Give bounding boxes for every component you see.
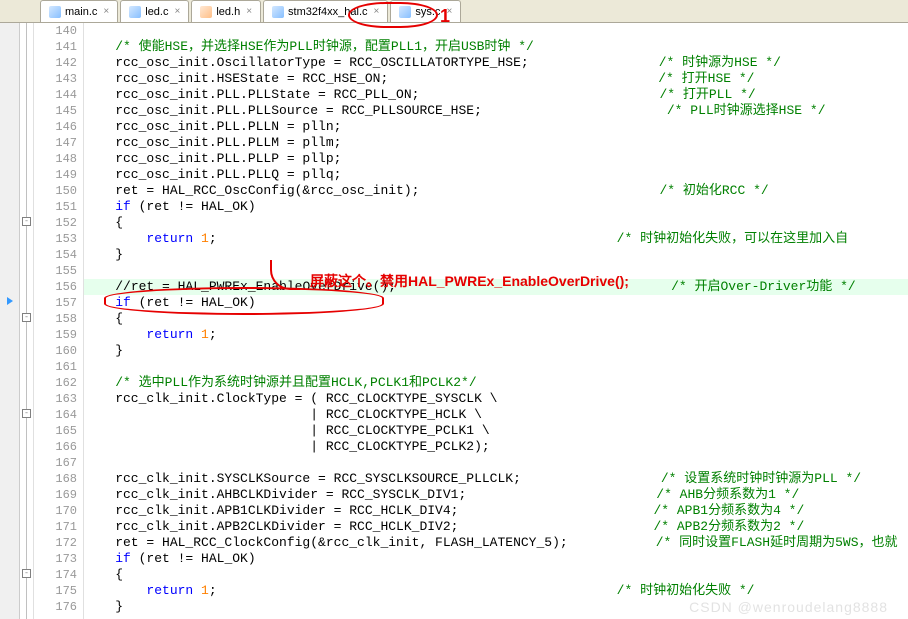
editor-tabs: main.c× led.c× led.h× stm32f4xx_hal.c× s…	[0, 0, 908, 23]
tab-sys-c[interactable]: sys.c×	[390, 0, 461, 22]
fold-minus-icon[interactable]: -	[22, 217, 31, 226]
close-icon[interactable]: ×	[446, 6, 452, 17]
tab-main-c[interactable]: main.c×	[40, 0, 118, 22]
highlighted-line: //ret = HAL_PWREx_EnableOverDrive();/* 开…	[84, 279, 908, 295]
editor-body: - - - - 14014114214314414514614714814915…	[0, 23, 908, 619]
close-icon[interactable]: ×	[175, 6, 181, 17]
tab-led-c[interactable]: led.c×	[120, 0, 189, 22]
c-file-icon	[129, 6, 141, 18]
tab-led-h[interactable]: led.h×	[191, 0, 261, 22]
c-file-icon	[272, 6, 284, 18]
c-file-icon	[399, 6, 411, 18]
line-number-gutter: 1401411421431441451461471481491501511521…	[34, 23, 84, 619]
tab-stm32-hal-c[interactable]: stm32f4xx_hal.c×	[263, 0, 388, 22]
c-file-icon	[49, 6, 61, 18]
fold-minus-icon[interactable]: -	[22, 569, 31, 578]
close-icon[interactable]: ×	[103, 6, 109, 17]
breakpoint-gutter[interactable]	[0, 23, 20, 619]
close-icon[interactable]: ×	[374, 6, 380, 17]
fold-gutter[interactable]: - - - -	[20, 23, 34, 619]
current-line-arrow-icon	[5, 295, 17, 307]
fold-minus-icon[interactable]: -	[22, 313, 31, 322]
close-icon[interactable]: ×	[246, 6, 252, 17]
fold-minus-icon[interactable]: -	[22, 409, 31, 418]
h-file-icon	[200, 6, 212, 18]
watermark: CSDN @wenroudelang8888	[689, 599, 888, 615]
code-area[interactable]: /* 使能HSE，并选择HSE作为PLL时钟源，配置PLL1，开启USB时钟 *…	[84, 23, 908, 619]
